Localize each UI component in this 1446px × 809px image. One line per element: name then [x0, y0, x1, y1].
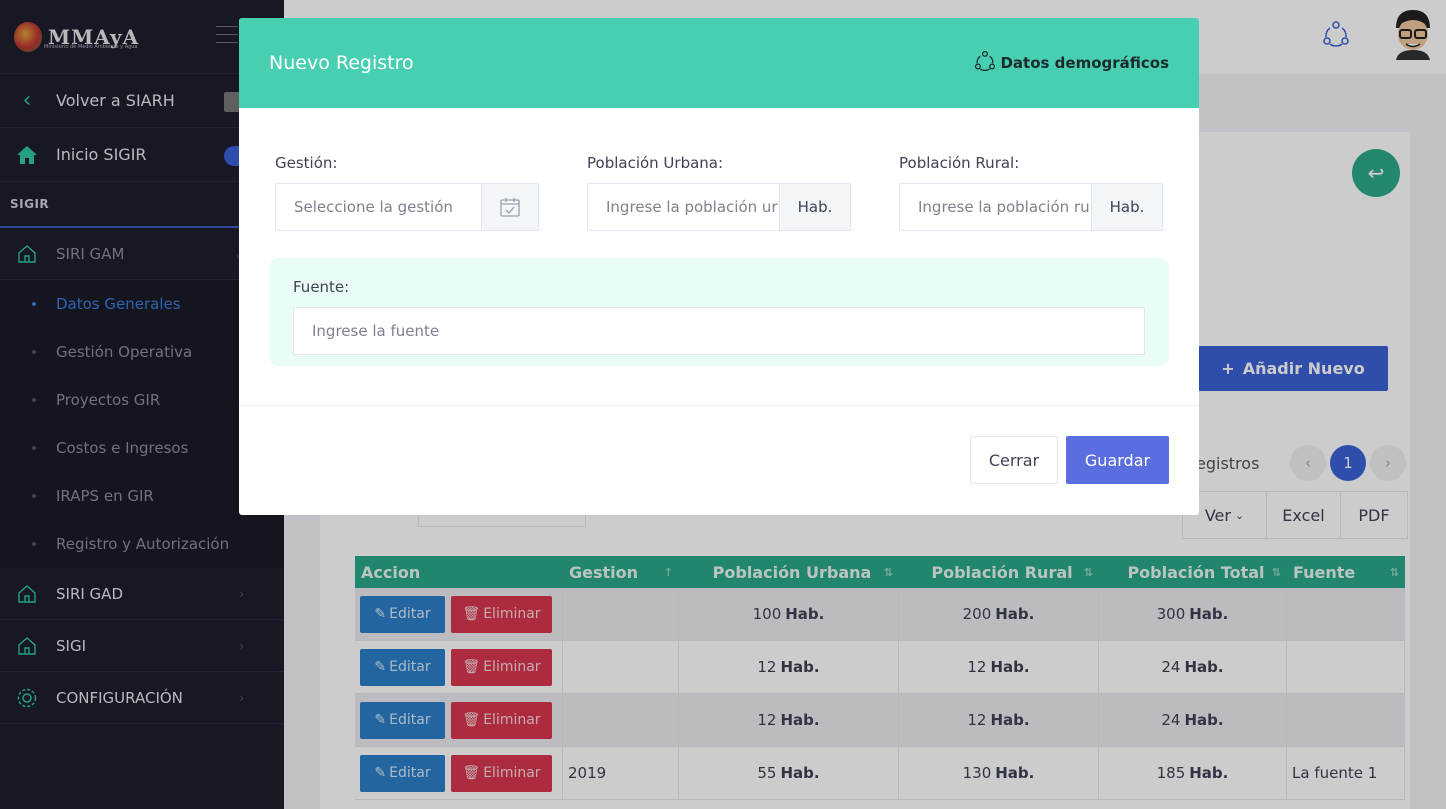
- urbana-unit: Hab.: [779, 184, 850, 230]
- urbana-placeholder: Ingrese la población ur: [606, 198, 778, 216]
- modal-subtitle: Datos demográficos: [974, 50, 1169, 76]
- share-icon: [974, 50, 996, 76]
- modal-header: Nuevo Registro Datos demográficos: [239, 18, 1199, 108]
- rural-unit: Hab.: [1091, 184, 1162, 230]
- rural-label: Población Rural:: [899, 154, 1020, 172]
- modal-body: Gestión: Seleccione la gestión Población…: [239, 108, 1199, 406]
- gestion-label: Gestión:: [275, 154, 338, 172]
- gestion-placeholder: Seleccione la gestión: [294, 198, 453, 216]
- fuente-field[interactable]: Ingrese la fuente: [293, 307, 1145, 355]
- fuente-placeholder: Ingrese la fuente: [312, 322, 440, 340]
- rural-placeholder: Ingrese la población ru: [918, 198, 1090, 216]
- rural-field[interactable]: Ingrese la población ru Hab.: [899, 183, 1163, 231]
- close-button[interactable]: Cerrar: [970, 436, 1058, 484]
- calendar-icon[interactable]: [481, 184, 538, 230]
- save-button[interactable]: Guardar: [1066, 436, 1169, 484]
- modal-badge-label: Datos demográficos: [1000, 54, 1169, 72]
- new-record-modal: Nuevo Registro Datos demográficos Gestió…: [239, 18, 1199, 515]
- gestion-field[interactable]: Seleccione la gestión: [275, 183, 539, 231]
- modal-footer: Cerrar Guardar: [239, 406, 1199, 515]
- urbana-label: Población Urbana:: [587, 154, 724, 172]
- fuente-label: Fuente:: [293, 278, 350, 296]
- modal-title: Nuevo Registro: [269, 52, 414, 74]
- urbana-field[interactable]: Ingrese la población ur Hab.: [587, 183, 851, 231]
- fuente-section: Fuente: Ingrese la fuente: [269, 258, 1169, 366]
